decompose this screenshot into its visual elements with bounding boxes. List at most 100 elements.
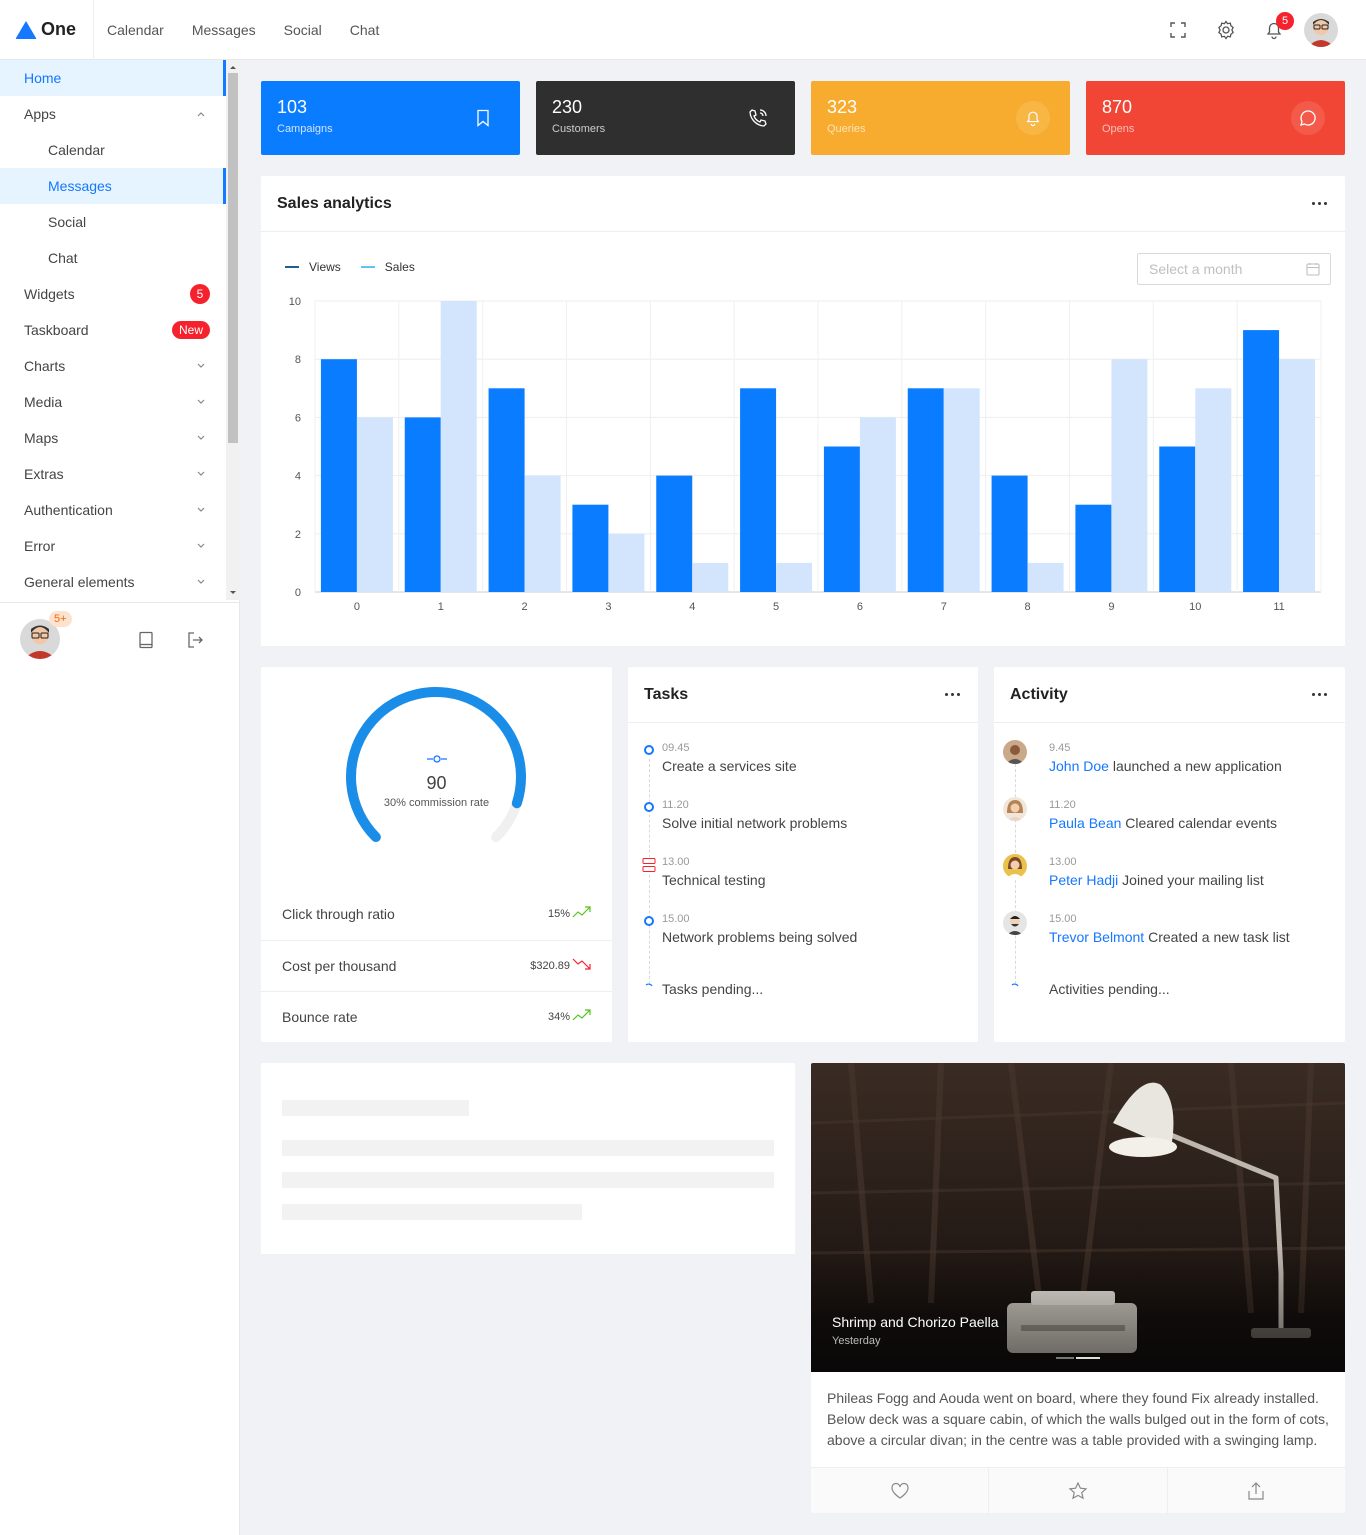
activity-text: John Doe launched a new application xyxy=(1049,758,1282,774)
activity-user-link[interactable]: John Doe xyxy=(1049,758,1109,774)
bar-views xyxy=(1159,446,1196,592)
skeleton-title xyxy=(282,1100,469,1116)
sidebar-item-home[interactable]: Home xyxy=(0,60,226,96)
like-button[interactable] xyxy=(811,1468,990,1513)
share-button[interactable] xyxy=(1168,1468,1345,1513)
activity-desc: Joined your mailing list xyxy=(1122,872,1264,888)
sidebar-item-charts[interactable]: Charts xyxy=(0,348,226,384)
share-icon xyxy=(1248,1481,1264,1500)
loading-icon xyxy=(1010,983,1020,993)
activity-user-link[interactable]: Paula Bean xyxy=(1049,815,1121,831)
stat-card-campaigns[interactable]: 103 Campaigns xyxy=(261,81,520,155)
topnav-chat[interactable]: Chat xyxy=(350,22,380,38)
scroll-up-icon[interactable] xyxy=(226,62,240,72)
stat-value: 323 xyxy=(827,97,858,117)
logout-icon[interactable] xyxy=(186,631,204,649)
bar-sales xyxy=(692,562,729,592)
x-tick-label: 7 xyxy=(941,601,947,613)
chevron-down-icon xyxy=(197,435,205,440)
sales-analytics-card: Sales analytics Views Sales Select a mon… xyxy=(261,176,1345,646)
scroll-down-icon[interactable] xyxy=(226,588,240,598)
stat-row: Click through ratio 15% xyxy=(261,889,612,940)
sidebar-item-taskboard[interactable]: Taskboard New xyxy=(0,312,226,348)
activity-user-link[interactable]: Trevor Belmont xyxy=(1049,929,1144,945)
stat-value: 230 xyxy=(552,97,583,117)
message-icon xyxy=(1300,110,1316,126)
stat-row-label: Click through ratio xyxy=(282,906,395,922)
bar-views xyxy=(320,359,357,592)
timeline-dot xyxy=(644,916,654,926)
activity-text: Peter Hadji Joined your mailing list xyxy=(1049,872,1264,888)
sidebar-item-label: Widgets xyxy=(24,286,75,302)
sidebar-item-label: Taskboard xyxy=(24,322,89,338)
settings-button[interactable] xyxy=(1202,0,1250,60)
book-icon[interactable] xyxy=(137,631,155,649)
skeleton-line xyxy=(282,1204,582,1220)
x-tick-label: 4 xyxy=(689,601,695,613)
sidebar-item-widgets[interactable]: Widgets 5 xyxy=(0,276,226,312)
sidebar-item-maps[interactable]: Maps xyxy=(0,420,226,456)
task-time: 13.00 xyxy=(662,856,690,868)
activity-user-link[interactable]: Peter Hadji xyxy=(1049,872,1118,888)
activity-time: 11.20 xyxy=(1049,799,1076,811)
activity-avatar[interactable] xyxy=(1003,797,1027,821)
bar-views xyxy=(572,504,609,592)
widgets-badge: 5 xyxy=(190,284,210,304)
skeleton-line xyxy=(282,1140,774,1156)
topnav-social[interactable]: Social xyxy=(284,22,322,38)
stat-row-label: Bounce rate xyxy=(282,1009,358,1025)
activity-avatar[interactable] xyxy=(1003,854,1027,878)
sidebar-item-apps[interactable]: Apps xyxy=(0,96,226,132)
x-tick-label: 9 xyxy=(1108,601,1114,613)
chevron-down-icon xyxy=(197,399,205,404)
sidebar-item-error[interactable]: Error xyxy=(0,528,226,564)
x-tick-label: 10 xyxy=(1189,601,1201,613)
star-icon xyxy=(1068,1481,1088,1499)
phone-call-icon xyxy=(749,109,767,127)
bar-views xyxy=(1075,504,1112,592)
stat-value: 870 xyxy=(1102,97,1133,117)
chevron-down-icon xyxy=(197,507,205,512)
notifications-button[interactable]: 5 xyxy=(1250,0,1298,60)
y-tick-label: 6 xyxy=(295,412,301,424)
bar-sales xyxy=(943,388,980,592)
activity-avatar[interactable] xyxy=(1003,911,1027,935)
sidebar-item-messages[interactable]: Messages xyxy=(0,168,226,204)
x-tick-label: 3 xyxy=(605,601,611,613)
more-icon[interactable] xyxy=(942,693,960,696)
stat-row-value: 34% xyxy=(547,1011,570,1023)
stat-card-opens[interactable]: 870 Opens xyxy=(1086,81,1345,155)
sidebar-item-authentication[interactable]: Authentication xyxy=(0,492,226,528)
stat-row: Bounce rate 34% xyxy=(261,991,612,1042)
favorite-button[interactable] xyxy=(989,1468,1168,1513)
sidebar-item-media[interactable]: Media xyxy=(0,384,226,420)
activity-avatar[interactable] xyxy=(1003,740,1027,764)
sidebar-item-calendar[interactable]: Calendar xyxy=(0,132,226,168)
sidebar-item-general-elements[interactable]: General elements xyxy=(0,564,226,600)
blog-title[interactable]: Shrimp and Chorizo Paella xyxy=(832,1314,999,1330)
brand[interactable]: One xyxy=(0,0,94,60)
bar-sales xyxy=(356,417,393,592)
bar-chart: 0 2 4 6 8 10 0 1 2 3 4 5 6 7 8 9 10 11 xyxy=(289,296,1322,613)
stat-card-customers[interactable]: 230 Customers xyxy=(536,81,795,155)
more-icon[interactable] xyxy=(1309,693,1327,696)
chevron-down-icon xyxy=(197,363,205,368)
sidebar-item-social[interactable]: Social xyxy=(0,204,226,240)
activity-desc: Cleared calendar events xyxy=(1125,815,1278,831)
stat-card-queries[interactable]: 323 Queries xyxy=(811,81,1070,155)
user-avatar[interactable] xyxy=(1304,13,1338,47)
activity-desc: Created a new task list xyxy=(1148,929,1290,945)
timeline-dot xyxy=(644,802,654,812)
sidebar-item-chat[interactable]: Chat xyxy=(0,240,226,276)
top-bar: One Calendar Messages Social Chat 5 xyxy=(0,0,1366,60)
slider-icon xyxy=(427,755,447,763)
topnav-messages[interactable]: Messages xyxy=(192,22,256,38)
skeleton-card xyxy=(261,1063,795,1254)
sidebar-menu: Home Apps Calendar Messages Social Chat … xyxy=(0,60,226,600)
activity-desc: launched a new application xyxy=(1112,758,1282,774)
sidebar-scrollbar[interactable] xyxy=(226,60,240,600)
topnav-calendar[interactable]: Calendar xyxy=(107,22,164,38)
sidebar-item-extras[interactable]: Extras xyxy=(0,456,226,492)
fullscreen-button[interactable] xyxy=(1154,0,1202,60)
scrollbar-thumb[interactable] xyxy=(228,73,238,443)
